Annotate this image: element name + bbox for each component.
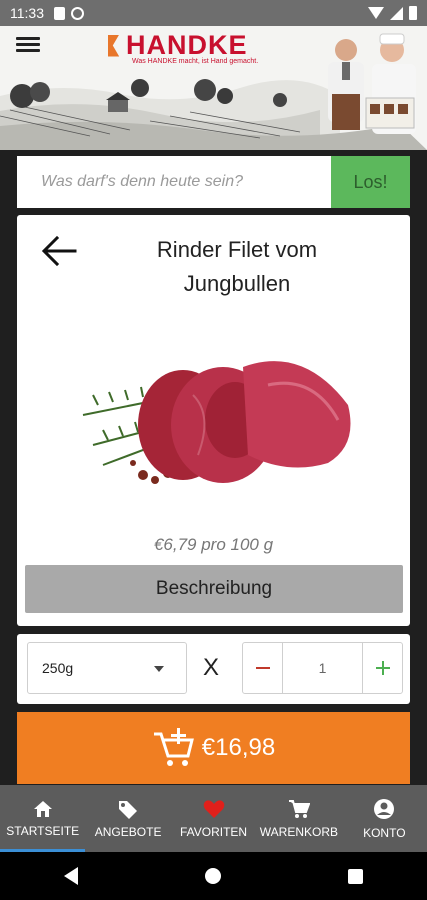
nav-label: STARTSEITE <box>6 823 80 838</box>
times-sign: X <box>203 654 220 681</box>
chevron-down-icon <box>154 666 164 672</box>
battery-icon <box>409 6 417 20</box>
price-per-unit: €6,79 pro 100 g <box>153 535 274 554</box>
add-to-cart-button[interactable]: €16,98 <box>17 712 410 784</box>
nav-item-konto[interactable]: KONTO <box>342 785 427 852</box>
decrement-button[interactable] <box>243 643 283 693</box>
sd-card-icon <box>54 6 65 20</box>
search-bar: Los! <box>17 156 410 208</box>
home-icon <box>33 800 52 817</box>
add-to-cart-icon <box>153 728 194 766</box>
nav-label: ANGEBOTE <box>94 824 162 839</box>
logo-mark-icon <box>108 34 120 57</box>
cart-total: €16,98 <box>201 734 276 761</box>
nav-label: WARENKORB <box>259 824 339 839</box>
status-bar: 11:33 <box>0 0 427 26</box>
search-button[interactable]: Los! <box>331 156 410 208</box>
quantity-value[interactable]: 1 <box>283 643 362 693</box>
logo-tagline: Was HANDKE macht, ist Hand gemacht. <box>132 58 259 65</box>
nav-item-warenkorb[interactable]: WARENKORB <box>256 785 341 852</box>
wifi-icon <box>368 7 384 19</box>
tag-icon <box>119 800 138 819</box>
description-button[interactable]: Beschreibung <box>25 565 403 613</box>
logo-text: HANDKE <box>126 30 248 60</box>
plus-icon <box>375 661 390 675</box>
nav-label: KONTO <box>363 825 406 840</box>
product-card: Rinder Filet vom Jungbullen €6,79 pro 10… <box>17 215 410 626</box>
search-input[interactable] <box>17 156 331 208</box>
minus-icon <box>255 667 270 669</box>
system-recents-icon[interactable] <box>348 868 364 884</box>
system-home-icon[interactable] <box>204 868 221 884</box>
account-icon <box>374 798 395 819</box>
back-button[interactable] <box>39 233 79 269</box>
nav-item-angebote[interactable]: ANGEBOTE <box>85 785 170 852</box>
butchers-photo <box>328 33 416 134</box>
status-time: 11:33 <box>10 5 44 21</box>
quantity-stepper: 1 <box>242 642 403 694</box>
nav-item-favoriten[interactable]: FAVORITEN <box>171 785 256 852</box>
sync-icon <box>71 6 84 20</box>
app-header: HANDKE Was HANDKE macht, ist Hand gemach… <box>0 26 427 150</box>
weight-selected-value: 250g <box>42 660 74 676</box>
signal-icon <box>390 6 403 20</box>
menu-button[interactable] <box>16 34 40 54</box>
arrow-left-icon <box>41 235 77 267</box>
quantity-row: 250g X 1 <box>17 634 410 704</box>
increment-button[interactable] <box>362 643 402 693</box>
cart-icon <box>288 799 310 818</box>
heart-icon <box>203 799 224 818</box>
weight-select[interactable]: 250g <box>27 642 187 694</box>
bottom-navigation: STARTSEITE ANGEBOTE FAVORITEN WARENKORB … <box>0 785 427 852</box>
system-back-icon[interactable] <box>63 867 78 885</box>
brand-logo[interactable]: HANDKE <box>108 30 248 61</box>
nav-label: FAVORITEN <box>179 824 248 839</box>
product-title: Rinder Filet vom Jungbullen <box>156 237 318 296</box>
nav-item-startseite[interactable]: STARTSEITE <box>0 785 86 852</box>
product-image <box>82 361 351 484</box>
system-navigation-bar <box>0 852 427 900</box>
